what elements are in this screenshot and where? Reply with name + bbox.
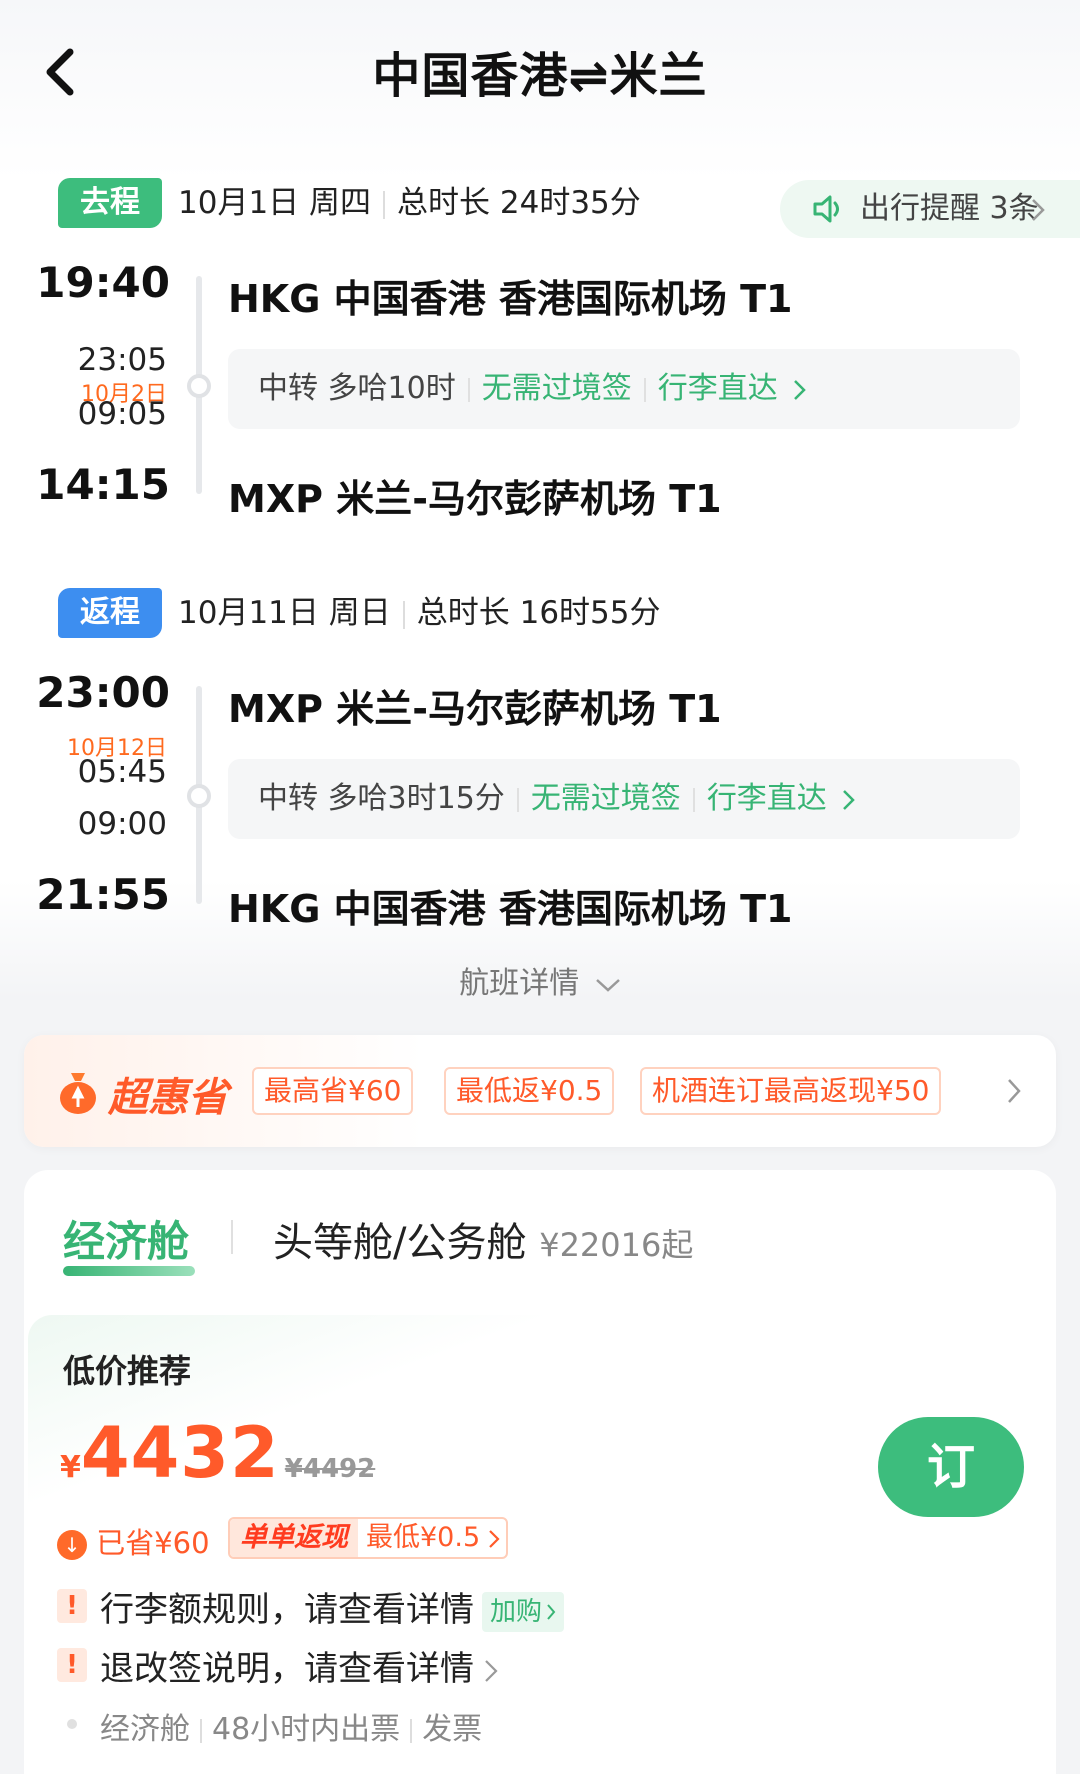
flight-details-toggle[interactable]: 航班详情: [0, 958, 1080, 1002]
chevron-right-icon: [1008, 1079, 1021, 1103]
divider: [383, 190, 386, 219]
inbound-depart-time: 23:00: [36, 668, 170, 717]
fare-footer: 经济舱 48小时内出票 发票: [100, 1704, 482, 1748]
bullet-dot: [67, 1719, 77, 1729]
add-buy-button[interactable]: 加购: [482, 1591, 565, 1632]
flight-details-label: 航班详情: [459, 966, 580, 1001]
tab-first-label: 头等舱/公务舱: [273, 1220, 527, 1266]
chevron-right-icon: [843, 789, 856, 810]
outbound-transfer-arrive: 23:05: [77, 342, 167, 378]
divider: [231, 1220, 233, 1254]
baggage-label: 行李直达: [706, 781, 827, 816]
chevron-right-icon: [489, 1529, 500, 1548]
inbound-transfer-depart: 09:00: [77, 806, 167, 842]
divider: [410, 1718, 413, 1743]
promo-chip: 最高省¥60: [252, 1067, 414, 1115]
footer-cabin: 经济舱: [100, 1712, 190, 1747]
divider: [402, 600, 405, 629]
footer-invoice: 发票: [422, 1712, 483, 1747]
outbound-arrive-time: 14:15: [36, 460, 170, 509]
transfer-city: 多哈10时: [327, 371, 456, 406]
no-visa-label: 无需过境签: [530, 781, 681, 816]
chevron-right-icon: [547, 1604, 556, 1620]
change-refund-rule[interactable]: 退改签说明，请查看详情: [100, 1641, 498, 1690]
tab-economy-underline: [63, 1266, 195, 1276]
promo-chip: 最低返¥0.5: [444, 1067, 615, 1115]
fare-label: 低价推荐: [63, 1352, 192, 1390]
page-title: 中国香港⇌米兰: [372, 48, 708, 104]
tab-economy[interactable]: 经济舱: [63, 1208, 189, 1269]
promo-title: 超惠省: [108, 1075, 228, 1121]
currency-symbol: ¥: [60, 1450, 81, 1485]
divider: [643, 377, 646, 402]
inbound-info: 10月11日 周日 总时长 16时55分: [178, 588, 661, 638]
money-bag-icon: [60, 1073, 96, 1114]
outbound-depart-airport: HKG 中国香港 香港国际机场 T1: [228, 277, 793, 321]
inbound-transfer-info[interactable]: 中转 多哈3时15分 无需过境签 行李直达: [228, 759, 1020, 839]
baggage-rule[interactable]: 行李额规则，请查看详情 加购: [100, 1582, 565, 1632]
outbound-transfer-depart: 09:05: [77, 396, 167, 432]
chevron-right-icon: [794, 379, 807, 400]
divider: [516, 787, 519, 812]
saved-amount: ↓ 已省¥60: [57, 1520, 210, 1562]
divider: [692, 787, 695, 812]
cashback-badge[interactable]: 单单返现 最低¥0.5: [228, 1517, 509, 1559]
chevron-right-icon: [1032, 199, 1045, 221]
travel-reminder[interactable]: 出行提醒 3条: [780, 180, 1080, 238]
transfer-city: 多哈3时15分: [327, 781, 505, 816]
outbound-depart-time: 19:40: [36, 258, 170, 307]
inbound-duration: 总时长 16时55分: [416, 595, 661, 631]
tab-first-price: ¥22016起: [539, 1226, 694, 1264]
transfer-label: 中转: [258, 781, 318, 816]
chevron-right-icon: [485, 1659, 498, 1682]
change-refund-label: 退改签说明，请查看详情: [100, 1649, 474, 1689]
timeline-dot: [187, 374, 211, 398]
footer-ticketing: 48小时内出票: [212, 1712, 401, 1747]
fare-price: 4432: [80, 1412, 280, 1494]
fare-price-row: ¥4432 ¥4492: [60, 1412, 375, 1494]
transfer-label: 中转: [258, 371, 318, 406]
promo-bar[interactable]: 超惠省 最高省¥60 最低返¥0.5 机酒连订最高返现¥50: [24, 1035, 1056, 1147]
inbound-arrive-airport: HKG 中国香港 香港国际机场 T1: [228, 887, 793, 931]
outbound-transfer-info[interactable]: 中转 多哈10时 无需过境签 行李直达: [228, 349, 1020, 429]
no-visa-label: 无需过境签: [481, 371, 632, 406]
baggage-label: 行李直达: [657, 371, 778, 406]
original-price: ¥4492: [284, 1454, 376, 1484]
promo-chip: 机酒连订最高返现¥50: [640, 1067, 942, 1115]
outbound-info: 10月1日 周四 总时长 24时35分: [178, 178, 641, 228]
chevron-down-icon: [595, 978, 620, 992]
warning-icon: !: [57, 1589, 87, 1623]
discount-icon: ↓: [57, 1530, 87, 1560]
saved-label: 已省¥60: [96, 1526, 210, 1560]
speaker-icon: [813, 195, 839, 223]
inbound-depart-airport: MXP 米兰-马尔彭萨机场 T1: [228, 687, 722, 731]
inbound-transfer-arrive: 05:45: [77, 754, 167, 790]
outbound-arrive-airport: MXP 米兰-马尔彭萨机场 T1: [228, 477, 722, 521]
warning-icon: !: [57, 1648, 87, 1682]
outbound-duration: 总时长 24时35分: [397, 185, 641, 221]
inbound-arrive-time: 21:55: [36, 870, 170, 919]
outbound-tag: 去程: [58, 178, 162, 228]
outbound-date: 10月1日 周四: [178, 185, 372, 221]
timeline-dot: [187, 784, 211, 808]
divider: [467, 377, 470, 402]
tab-first-business[interactable]: 头等舱/公务舱 ¥22016起: [273, 1210, 693, 1268]
reminder-label: 出行提醒 3条: [860, 191, 1039, 226]
book-button[interactable]: 订: [878, 1417, 1024, 1517]
inbound-tag: 返程: [58, 588, 162, 638]
baggage-rule-label: 行李额规则，请查看详情: [100, 1590, 474, 1630]
divider: [200, 1718, 202, 1743]
inbound-date: 10月11日 周日: [178, 595, 391, 631]
add-buy-label: 加购: [490, 1596, 543, 1627]
cashback-label: 单单返现: [230, 1519, 358, 1557]
cashback-value: 最低¥0.5: [366, 1522, 481, 1553]
